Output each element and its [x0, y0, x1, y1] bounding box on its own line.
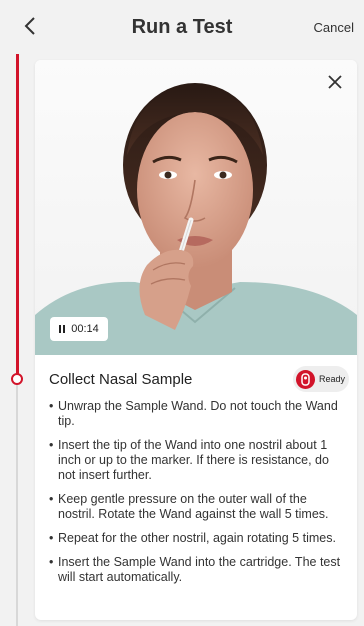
status-badge-label: Ready [319, 374, 346, 384]
list-item: Unwrap the Sample Wand. Do not touch the… [49, 399, 347, 429]
pause-icon [59, 325, 66, 333]
list-item: Keep gentle pressure on the outer wall o… [49, 492, 347, 522]
instruction-list: Unwrap the Sample Wand. Do not touch the… [49, 399, 347, 594]
close-video-button[interactable] [325, 72, 345, 92]
status-badge: Ready [293, 366, 349, 392]
step-title: Collect Nasal Sample [49, 371, 193, 388]
list-item: Repeat for the other nostril, again rota… [49, 531, 347, 546]
device-icon [296, 369, 315, 389]
progress-timeline-active [16, 54, 19, 378]
video-frame-illustration [35, 83, 357, 355]
cancel-button[interactable]: Cancel [314, 20, 354, 35]
list-item: Insert the tip of the Wand into one nost… [49, 438, 347, 483]
list-item: Insert the Sample Wand into the cartridg… [49, 555, 347, 585]
page-title: Run a Test [131, 16, 233, 38]
app-header: Run a Test Cancel [0, 0, 364, 54]
progress-step-marker [11, 373, 23, 385]
instruction-video[interactable]: 00:14 [35, 60, 357, 355]
video-playback-control[interactable]: 00:14 [50, 317, 108, 341]
video-time: 00:14 [71, 323, 99, 335]
step-card: 00:14 Collect Nasal Sample Ready Unwrap … [35, 60, 357, 620]
close-icon [328, 75, 342, 89]
